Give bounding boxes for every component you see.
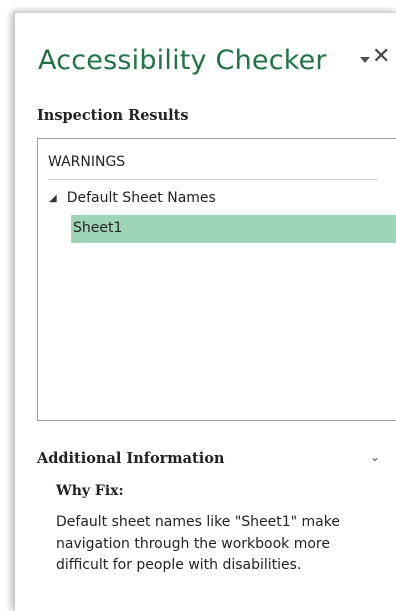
inspection-results-list[interactable]: WARNINGS ◢ Default Sheet Names Sheet1 [37,138,396,421]
warnings-group-header: WARNINGS [48,154,126,170]
close-icon[interactable]: ✕ [372,46,390,68]
why-fix-description: Default sheet names like "Sheet1" make n… [56,514,340,573]
tree-item-sheet1[interactable]: Sheet1 [71,215,396,243]
pane-title: Accessibility Checker [38,45,327,76]
accessibility-checker-pane: Accessibility Checker ✕ Inspection Resul… [14,12,396,611]
tree-node-label: Default Sheet Names [66,190,216,206]
additional-information-label: Additional Information [37,450,225,467]
tree-node-default-sheet-names[interactable]: ◢ Default Sheet Names [49,190,216,206]
inspection-results-label: Inspection Results [37,107,189,124]
group-divider [48,179,378,180]
expanded-caret-icon[interactable]: ◢ [49,193,57,204]
chevron-down-icon[interactable]: ⌄ [370,450,380,464]
pane-options-icon[interactable] [360,57,370,63]
why-fix-heading: Why Fix: [56,483,124,499]
tree-item-label: Sheet1 [73,220,123,236]
